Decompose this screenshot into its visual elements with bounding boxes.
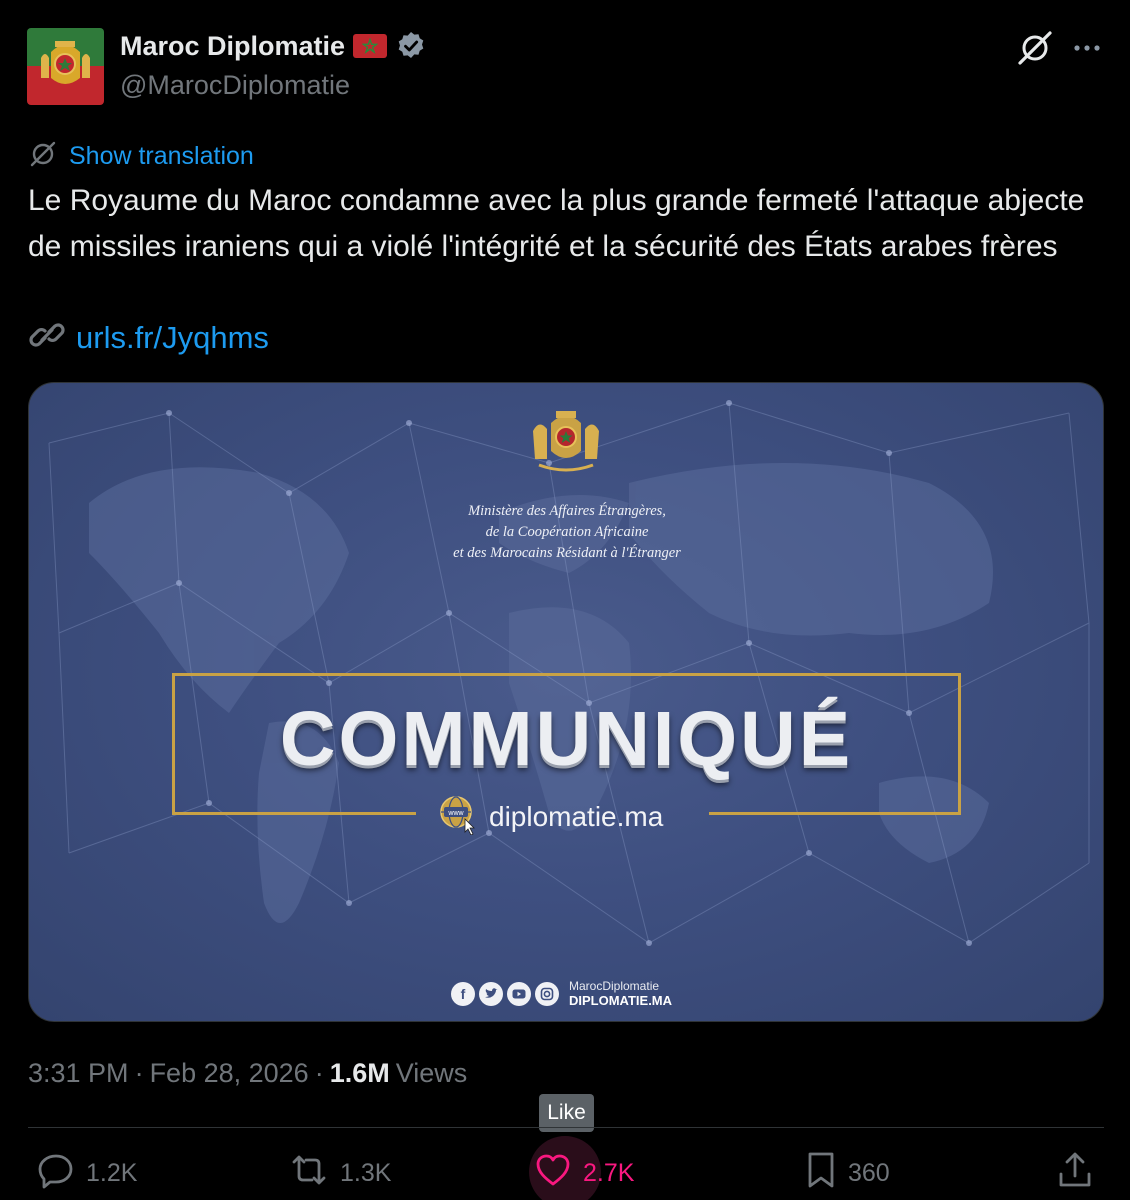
meta-separator: ·: [134, 1058, 144, 1088]
divider: [28, 1127, 1104, 1128]
ministry-line-2: de la Coopération Africaine: [485, 524, 649, 540]
headline-frame-bottom-right: [709, 812, 961, 815]
facebook-icon: f: [451, 981, 475, 1006]
tweet-text: Le Royaume du Maroc condamne avec la plu…: [28, 184, 1085, 263]
avatar[interactable]: [27, 28, 104, 105]
link-icon: [28, 316, 66, 359]
social-links: f MarocDiplomatie DIPLOMATIE.MA: [451, 979, 672, 1008]
website-text: diplomatie.ma: [489, 800, 664, 832]
views-count: 1.6M: [329, 1058, 390, 1088]
share-icon: [1056, 1150, 1094, 1197]
social-site: DIPLOMATIE.MA: [569, 993, 673, 1008]
social-handle: MarocDiplomatie: [569, 979, 660, 993]
bookmark-icon: [804, 1150, 838, 1197]
bookmark-count: 360: [848, 1159, 890, 1187]
reply-count: 1.2K: [86, 1159, 138, 1187]
views-label: Views: [395, 1058, 468, 1088]
repost-button[interactable]: 1.3K: [288, 1150, 391, 1197]
verified-badge-icon[interactable]: [395, 30, 427, 62]
headline-frame-bottom-left: [172, 812, 416, 815]
bookmark-button[interactable]: 360: [804, 1150, 890, 1197]
ministry-line-3: et des Marocains Résidant à l'Étranger: [453, 545, 681, 561]
repost-icon: [288, 1150, 330, 1197]
website-row: www diplomatie.ma: [437, 793, 663, 840]
heart-icon: [533, 1150, 573, 1197]
like-count: 2.7K: [583, 1159, 635, 1187]
show-translation-label[interactable]: Show translation: [69, 142, 254, 171]
tweet-time[interactable]: 3:31 PM: [28, 1058, 129, 1089]
instagram-icon: [535, 981, 559, 1006]
coat-of-arms-logo: [521, 405, 611, 477]
youtube-icon: [507, 981, 531, 1006]
grok-icon[interactable]: [1015, 30, 1055, 66]
like-button[interactable]: 2.7K: [533, 1150, 634, 1197]
tweet-meta: 3:31 PM · Feb 28, 2026 · 1.6M Views: [28, 1058, 467, 1089]
author-name-row[interactable]: Maroc Diplomatie: [120, 30, 427, 62]
reply-button[interactable]: 1.2K: [36, 1150, 137, 1197]
tweet-link[interactable]: urls.fr/Jyqhms: [28, 316, 269, 359]
repost-count: 1.3K: [340, 1159, 392, 1187]
link-url[interactable]: urls.fr/Jyqhms: [76, 320, 269, 356]
meta-separator: ·: [314, 1058, 324, 1088]
twitter-icon: [479, 981, 503, 1006]
ministry-name: Ministère des Affaires Étrangères, de la…: [369, 501, 765, 564]
author-handle[interactable]: @MarocDiplomatie: [120, 70, 350, 101]
social-labels: MarocDiplomatie DIPLOMATIE.MA: [569, 979, 672, 1008]
globe-www-label: www: [447, 810, 464, 817]
ministry-line-1: Ministère des Affaires Étrangères,: [468, 503, 666, 519]
morocco-flag-icon: [353, 34, 388, 58]
reply-icon: [36, 1150, 76, 1197]
translate-icon: [29, 140, 57, 173]
headline-communique: COMMUNIQUÉ: [279, 696, 854, 782]
globe-icon: www: [437, 793, 479, 840]
share-button[interactable]: [1056, 1150, 1094, 1197]
media-image[interactable]: Ministère des Affaires Étrangères, de la…: [28, 382, 1104, 1022]
author-name[interactable]: Maroc Diplomatie: [120, 31, 345, 62]
more-options-icon[interactable]: [1070, 32, 1104, 62]
tweet-date[interactable]: Feb 28, 2026: [150, 1058, 309, 1089]
show-translation[interactable]: Show translation: [29, 140, 254, 173]
